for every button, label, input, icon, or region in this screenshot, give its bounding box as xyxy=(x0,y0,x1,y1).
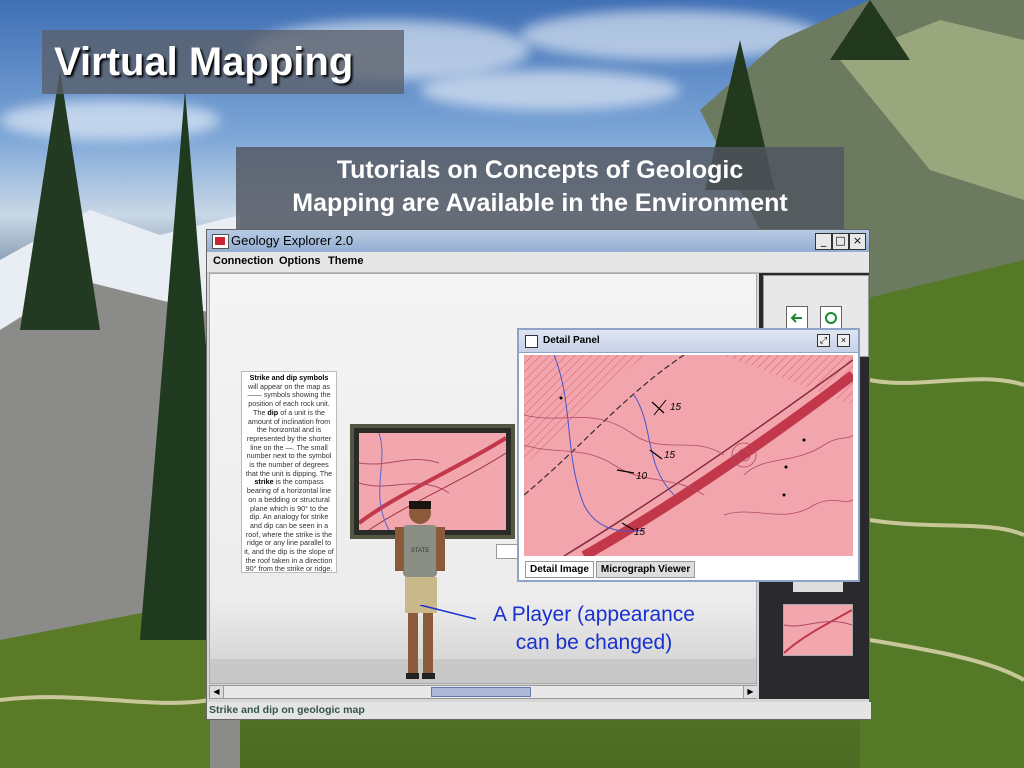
info-text-1: will appear on the map as xyxy=(248,381,330,391)
map-label-10: 10 xyxy=(636,471,648,482)
enter-arrow-icon[interactable] xyxy=(786,306,808,330)
window-titlebar[interactable]: Geology Explorer 2.0 _ □ × xyxy=(207,230,869,253)
horizontal-scrollbar[interactable]: ◀ ▶ xyxy=(209,685,757,699)
window-title: Geology Explorer 2.0 xyxy=(231,233,354,248)
panel-window-icon xyxy=(525,335,538,348)
map-thumbnail[interactable] xyxy=(783,604,853,656)
detail-map-image: 15 15 10 15 xyxy=(524,355,853,556)
map-label-15-c: 15 xyxy=(634,527,646,538)
maximize-button[interactable]: □ xyxy=(832,233,849,250)
detail-panel: Detail Panel ⤢ × 15 15 10 15 Detail Imag… xyxy=(517,328,860,582)
tab-micrograph-viewer[interactable]: Micrograph Viewer xyxy=(595,561,696,578)
info-text-5: is the compass bearing of a horizontal l… xyxy=(244,477,334,574)
tab-detail-image[interactable]: Detail Image xyxy=(525,561,594,578)
svg-text:STATE: STATE xyxy=(411,548,429,554)
player-avatar[interactable]: STATE xyxy=(385,497,455,684)
info-heading: Strike and dip symbols xyxy=(249,373,329,382)
detail-tabs: Detail Image Micrograph Viewer xyxy=(525,559,697,578)
scroll-thumb[interactable] xyxy=(431,687,531,697)
minimize-button[interactable]: _ xyxy=(815,233,832,250)
detail-panel-titlebar[interactable]: Detail Panel ⤢ × xyxy=(519,330,858,353)
app-icon xyxy=(212,234,229,249)
subtitle-line-2: Mapping are Available in the Environment xyxy=(292,189,788,217)
info-strike-word: strike xyxy=(254,477,274,487)
expand-icon[interactable]: ⤢ xyxy=(817,334,830,347)
menu-theme[interactable]: Theme xyxy=(328,255,363,267)
strike-symbol-icon-2: — xyxy=(285,442,293,452)
callout-line-1: A Player (appearance xyxy=(493,603,695,626)
map-label-tag xyxy=(496,544,518,559)
map-label-15-a: 15 xyxy=(670,402,682,413)
slide-subtitle: Tutorials on Concepts of Geologic Mappin… xyxy=(236,147,844,229)
strike-dip-info-panel: Strike and dip symbols will appear on th… xyxy=(241,371,337,573)
slide-title-text: Virtual Mapping xyxy=(54,39,354,84)
viewport-floor xyxy=(210,659,756,683)
status-bar: Strike and dip on geologic map xyxy=(207,702,871,719)
callout-pointer-line xyxy=(420,605,476,620)
callout-line-2: can be changed) xyxy=(515,631,673,654)
player-callout: A Player (appearance can be changed) xyxy=(474,601,714,657)
menu-connection[interactable]: Connection xyxy=(213,255,274,267)
scroll-left-icon[interactable]: ◀ xyxy=(210,686,224,698)
info-dip-word: dip xyxy=(267,407,279,417)
close-button[interactable]: × xyxy=(849,233,866,250)
scroll-right-icon[interactable]: ▶ xyxy=(743,686,757,698)
slide-title: Virtual Mapping xyxy=(42,30,404,94)
subtitle-line-1: Tutorials on Concepts of Geologic xyxy=(336,156,744,184)
map-label-15-b: 15 xyxy=(664,450,676,461)
menu-bar: Connection Options Theme xyxy=(207,252,869,273)
menu-options[interactable]: Options xyxy=(279,255,321,267)
close-panel-icon[interactable]: × xyxy=(837,334,850,347)
strike-symbol-icon: —— xyxy=(247,390,262,400)
detail-panel-title: Detail Panel xyxy=(543,335,600,346)
refresh-icon[interactable] xyxy=(820,306,842,330)
